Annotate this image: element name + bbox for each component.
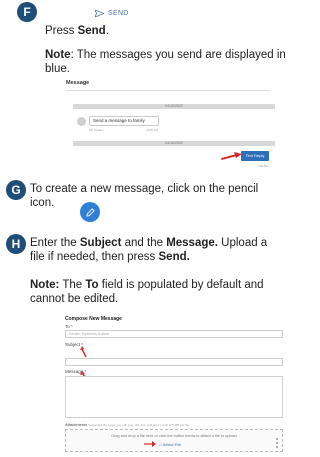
message-title: Message — [66, 80, 90, 86]
step-g-instruction: To create a new message, click on the pe… — [30, 182, 306, 210]
step-badge-f: F — [17, 2, 37, 22]
subject-input[interactable] — [65, 358, 283, 366]
divider — [66, 90, 270, 91]
h-pre: Enter the — [30, 237, 80, 249]
upload-icon: □ — [159, 442, 162, 447]
bubble-sender: ES System — [89, 128, 104, 132]
compose-screenshot: Compose New Message To * Kinder Systems … — [60, 316, 292, 456]
red-arrow-icon — [80, 346, 87, 358]
note-text-2: blue. — [45, 63, 70, 75]
step-h-note: Note: The To field is populated by defau… — [30, 278, 308, 306]
step-badge-h: H — [6, 234, 26, 254]
select-file-button[interactable]: □ Select File — [159, 442, 181, 447]
pencil-button[interactable] — [80, 202, 100, 222]
step-f-note: Note: The messages you send are displaye… — [45, 48, 307, 76]
attachments-hint: Supported file types: jpg, pdf, png, rts… — [88, 423, 190, 427]
attachments-text: Attachments — [65, 422, 88, 427]
h-subject-bold: Subject — [79, 237, 122, 249]
step-h-instruction: Enter the Subject and the Message. Uploa… — [30, 236, 308, 264]
h-mid: and the — [121, 237, 167, 249]
bubble-time: 8:16 AM — [147, 128, 159, 132]
required-mark: * — [71, 324, 73, 329]
reply-time: 7:16 AM — [257, 164, 269, 168]
send-mini-button: SEND — [95, 10, 129, 17]
h-post: Upload a — [217, 237, 268, 249]
scroll-handle[interactable] — [276, 438, 278, 440]
file-drop-zone[interactable]: Drag and drop a file here or click the b… — [65, 429, 283, 452]
drop-instructions: Drag and drop a file here or click the b… — [111, 434, 237, 438]
h-note-pre: The — [59, 279, 86, 291]
h-message-bold: Message. — [166, 237, 218, 249]
date-bar-2: 04/16/2022 — [73, 141, 275, 146]
to-label: To * — [65, 324, 73, 329]
red-arrow-icon — [144, 441, 156, 447]
compose-title: Compose New Message — [65, 316, 122, 322]
message-screenshot: Message 04/15/2022 Send a message to fam… — [61, 80, 275, 172]
subject-label-text: Subject — [65, 342, 81, 347]
h-line2-pre: file if needed, then press — [30, 251, 159, 263]
h-note-to: To — [85, 279, 99, 291]
scroll-handle[interactable] — [276, 442, 278, 444]
pencil-icon — [85, 207, 95, 217]
step-g-line1: To create a new message, click on the pe… — [30, 183, 259, 195]
message-textarea[interactable] — [65, 376, 283, 418]
h-note-label: Note: — [30, 279, 60, 291]
step-f-text-pre: Press — [45, 25, 78, 37]
send-mini-label: SEND — [108, 10, 129, 17]
to-label-text: To — [65, 324, 70, 329]
h-send-bold: Send. — [158, 251, 190, 263]
attachments-label: Attachments Supported file types: jpg, p… — [65, 422, 189, 427]
step-f-text-post: . — [105, 25, 109, 37]
note-text-1: : The messages you send are displayed in — [70, 49, 286, 61]
scroll-handle[interactable] — [276, 446, 278, 448]
step-g-line2: icon. — [30, 197, 55, 209]
date-bar-1: 04/15/2022 — [73, 104, 275, 109]
to-field: Kinder Systems Admin — [65, 330, 283, 338]
h-note-line2: cannot be edited. — [30, 293, 119, 305]
h-note-post: field is populated by default and — [98, 279, 264, 291]
paper-plane-icon — [95, 10, 104, 17]
select-file-label: Select File — [162, 442, 182, 447]
message-bubble: Send a message to family — [89, 116, 159, 126]
step-badge-g: G — [6, 180, 26, 200]
step-f-instruction: Press Send. — [45, 24, 109, 38]
note-label: Note — [45, 49, 71, 61]
text-reply-button[interactable]: Text Reply — [241, 151, 269, 161]
step-f-send-bold: Send — [77, 25, 106, 37]
avatar — [77, 117, 86, 126]
